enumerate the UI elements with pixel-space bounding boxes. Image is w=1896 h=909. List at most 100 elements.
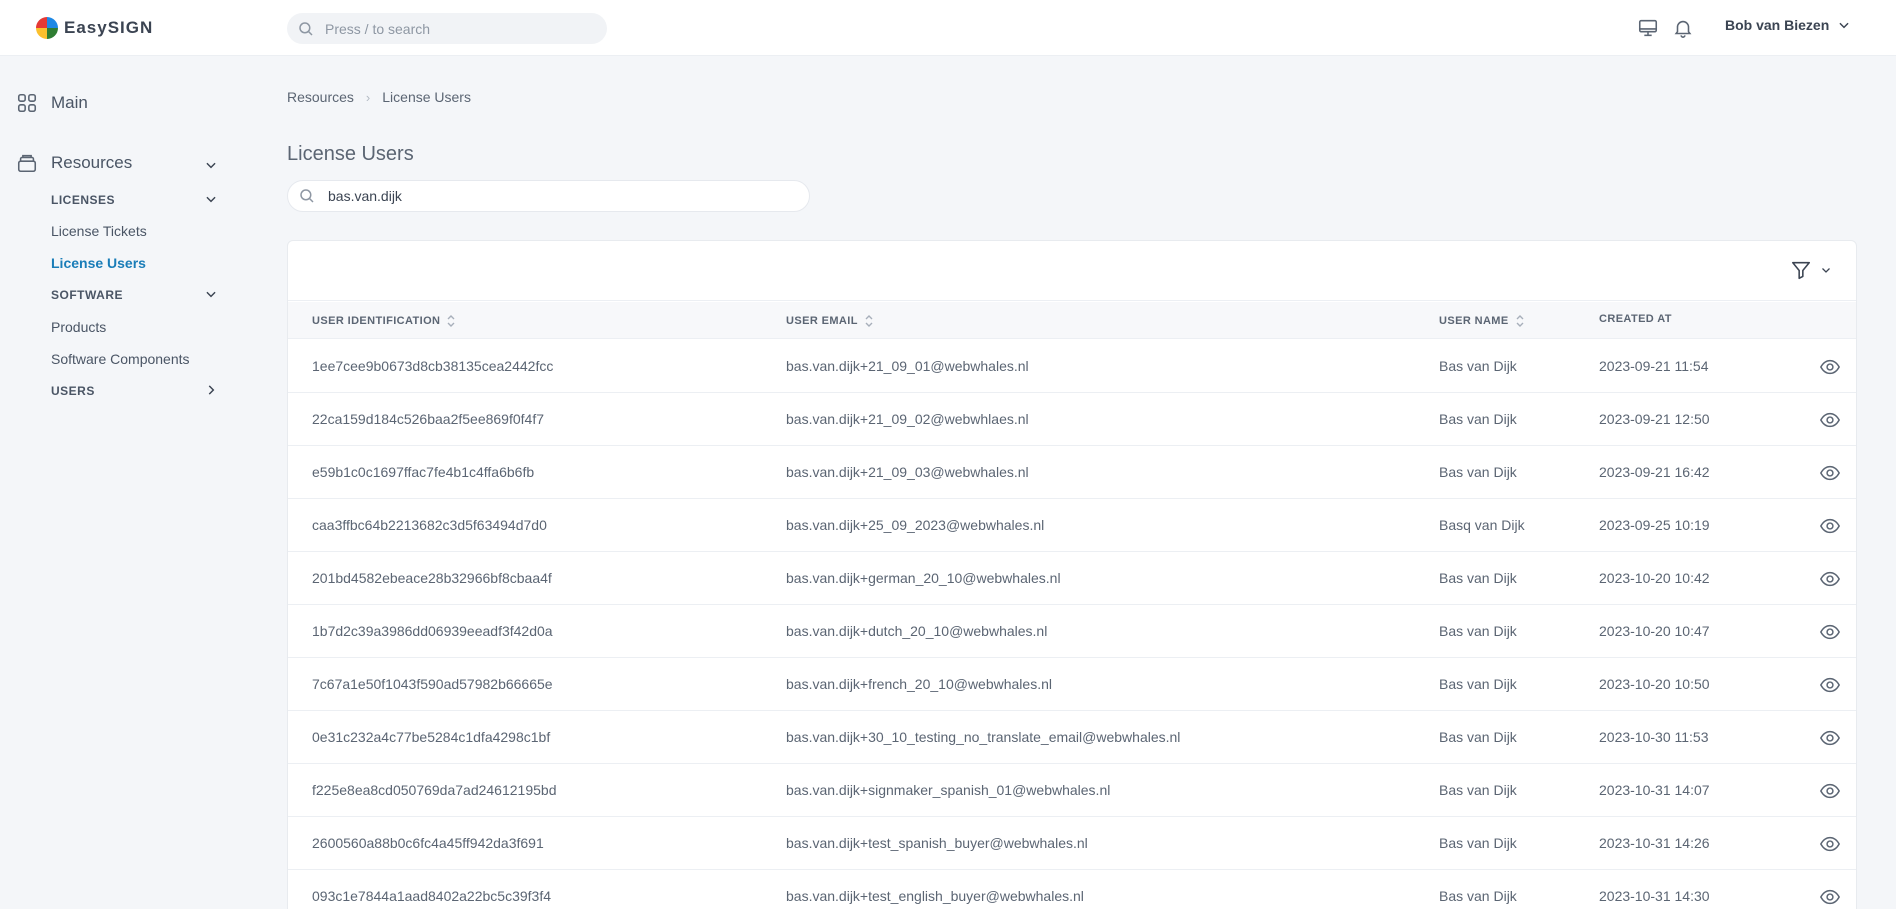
cell-created-at: 2023-09-21 11:54	[1599, 358, 1709, 374]
eye-icon[interactable]	[1819, 674, 1841, 696]
eye-icon[interactable]	[1819, 727, 1841, 749]
column-header-created-at: CREATED AT	[1599, 313, 1672, 325]
sidebar-item-products[interactable]: Products	[51, 319, 106, 335]
cell-user-name: Bas van Dijk	[1439, 676, 1517, 692]
user-menu[interactable]: Bob van Biezen	[1725, 17, 1851, 33]
cell-user-name: Bas van Dijk	[1439, 623, 1517, 639]
sidebar-item-main[interactable]: Main	[16, 92, 88, 114]
filter-button[interactable]	[1790, 259, 1832, 281]
cell-created-at: 2023-10-30 11:53	[1599, 729, 1709, 745]
cell-user-name: Bas van Dijk	[1439, 835, 1517, 851]
sidebar-item-main-label: Main	[51, 93, 88, 112]
eye-icon[interactable]	[1819, 568, 1841, 590]
cell-user-identification: caa3ffbc64b2213682c3d5f63494d7d0	[312, 517, 547, 533]
table-row[interactable]: 2600560a88b0c6fc4a45ff942da3f691 bas.van…	[288, 817, 1856, 870]
cell-user-identification: 22ca159d184c526baa2f5ee869f0f4f7	[312, 411, 544, 427]
cell-user-name: Bas van Dijk	[1439, 358, 1517, 374]
cell-user-identification: 0e31c232a4c77be5284c1dfa4298c1bf	[312, 729, 551, 745]
cell-user-identification: 1b7d2c39a3986dd06939eeadf3f42d0a	[312, 623, 553, 639]
column-header-user-email[interactable]: USER EMAIL	[786, 313, 874, 329]
chevron-down-icon[interactable]	[204, 287, 218, 301]
global-search-input[interactable]	[325, 20, 585, 37]
chevron-down-icon	[1839, 22, 1849, 29]
table-row[interactable]: f225e8ea8cd050769da7ad24612195bd bas.van…	[288, 764, 1856, 817]
table-search-input[interactable]	[328, 188, 798, 204]
logo-mark-icon	[36, 17, 58, 39]
sort-icon	[1516, 315, 1524, 327]
sidebar-item-license-tickets[interactable]: License Tickets	[51, 223, 147, 239]
table-search[interactable]	[287, 180, 810, 212]
column-header-user-name[interactable]: USER NAME	[1439, 313, 1525, 329]
eye-icon[interactable]	[1819, 356, 1841, 378]
global-search[interactable]	[287, 13, 607, 44]
table-row[interactable]: 0e31c232a4c77be5284c1dfa4298c1bf bas.van…	[288, 711, 1856, 764]
eye-icon[interactable]	[1819, 833, 1841, 855]
column-header-label: USER EMAIL	[786, 315, 858, 327]
cell-user-email: bas.van.dijk+30_10_testing_no_translate_…	[786, 729, 1181, 745]
table-row[interactable]: 093c1e7844a1aad8402a22bc5c39f3f4 bas.van…	[288, 870, 1856, 909]
cell-user-name: Bas van Dijk	[1439, 782, 1517, 798]
eye-icon[interactable]	[1819, 886, 1841, 908]
bell-icon[interactable]	[1671, 16, 1695, 40]
table-row[interactable]: 1ee7cee9b0673d8cb38135cea2442fcc bas.van…	[288, 340, 1856, 393]
cell-created-at: 2023-09-21 16:42	[1599, 464, 1710, 480]
cell-user-name: Basq van Dijk	[1439, 517, 1525, 533]
sidebar: Main Resources LICENSES License Tickets …	[0, 57, 240, 909]
sidebar-item-resources[interactable]: Resources	[16, 152, 132, 174]
cell-created-at: 2023-10-31 14:07	[1599, 782, 1710, 798]
grid-icon	[17, 93, 37, 113]
cell-user-identification: f225e8ea8cd050769da7ad24612195bd	[312, 782, 557, 798]
eye-icon[interactable]	[1819, 515, 1841, 537]
eye-icon[interactable]	[1819, 409, 1841, 431]
sort-icon	[865, 315, 873, 327]
logo-text: EasySIGN	[64, 18, 154, 37]
chevron-down-icon[interactable]	[204, 192, 218, 206]
breadcrumb: Resources › License Users	[287, 89, 471, 105]
column-header-label: USER IDENTIFICATION	[312, 315, 441, 327]
sidebar-item-resources-label: Resources	[51, 153, 133, 172]
cell-user-identification: 1ee7cee9b0673d8cb38135cea2442fcc	[312, 358, 554, 374]
cell-user-email: bas.van.dijk+german_20_10@webwhales.nl	[786, 570, 1061, 586]
cell-user-name: Bas van Dijk	[1439, 464, 1517, 480]
cell-created-at: 2023-09-21 12:50	[1599, 411, 1710, 427]
filter-icon	[1791, 261, 1811, 280]
cell-user-name: Bas van Dijk	[1439, 888, 1517, 904]
breadcrumb-resources[interactable]: Resources	[287, 89, 354, 105]
table-row[interactable]: e59b1c0c1697ffac7fe4b1c4ffa6b6fb bas.van…	[288, 446, 1856, 499]
eye-icon[interactable]	[1819, 621, 1841, 643]
sort-icon	[447, 315, 455, 327]
monitor-icon[interactable]	[1636, 16, 1660, 40]
sidebar-item-license-users[interactable]: License Users	[51, 255, 146, 271]
column-header-user-identification[interactable]: USER IDENTIFICATION	[312, 313, 456, 329]
column-header-label: USER NAME	[1439, 315, 1509, 327]
cell-user-identification: e59b1c0c1697ffac7fe4b1c4ffa6b6fb	[312, 464, 535, 480]
cell-user-email: bas.van.dijk+test_english_buyer@webwhale…	[786, 888, 1084, 904]
cell-user-email: bas.van.dijk+21_09_02@webwhlaes.nl	[786, 411, 1029, 427]
stack-icon	[17, 154, 37, 173]
cell-created-at: 2023-09-25 10:19	[1599, 517, 1710, 533]
chevron-right-icon[interactable]	[204, 383, 218, 397]
cell-created-at: 2023-10-20 10:42	[1599, 570, 1710, 586]
cell-created-at: 2023-10-20 10:50	[1599, 676, 1710, 692]
search-icon	[299, 21, 313, 36]
chevron-down-icon[interactable]	[204, 158, 218, 172]
eye-icon[interactable]	[1819, 780, 1841, 802]
user-name: Bob van Biezen	[1725, 17, 1830, 33]
table-header: USER IDENTIFICATION USER EMAIL USER NAME…	[288, 302, 1856, 339]
table-row[interactable]: 1b7d2c39a3986dd06939eeadf3f42d0a bas.van…	[288, 605, 1856, 658]
cell-user-identification: 2600560a88b0c6fc4a45ff942da3f691	[312, 835, 544, 851]
table-toolbar	[288, 241, 1856, 301]
cell-user-name: Bas van Dijk	[1439, 570, 1517, 586]
license-users-table: USER IDENTIFICATION USER EMAIL USER NAME…	[287, 240, 1857, 909]
sidebar-section-users[interactable]: USERS	[51, 384, 95, 398]
cell-user-email: bas.van.dijk+test_spanish_buyer@webwhale…	[786, 835, 1088, 851]
table-row[interactable]: 22ca159d184c526baa2f5ee869f0f4f7 bas.van…	[288, 393, 1856, 446]
app-logo[interactable]: EasySIGN	[36, 16, 153, 40]
sidebar-item-software-components[interactable]: Software Components	[51, 351, 190, 367]
sidebar-section-licenses[interactable]: LICENSES	[51, 193, 115, 207]
table-row[interactable]: 201bd4582ebeace28b32966bf8cbaa4f bas.van…	[288, 552, 1856, 605]
sidebar-section-software[interactable]: SOFTWARE	[51, 288, 123, 302]
table-row[interactable]: 7c67a1e50f1043f590ad57982b66665e bas.van…	[288, 658, 1856, 711]
table-row[interactable]: caa3ffbc64b2213682c3d5f63494d7d0 bas.van…	[288, 499, 1856, 552]
eye-icon[interactable]	[1819, 462, 1841, 484]
